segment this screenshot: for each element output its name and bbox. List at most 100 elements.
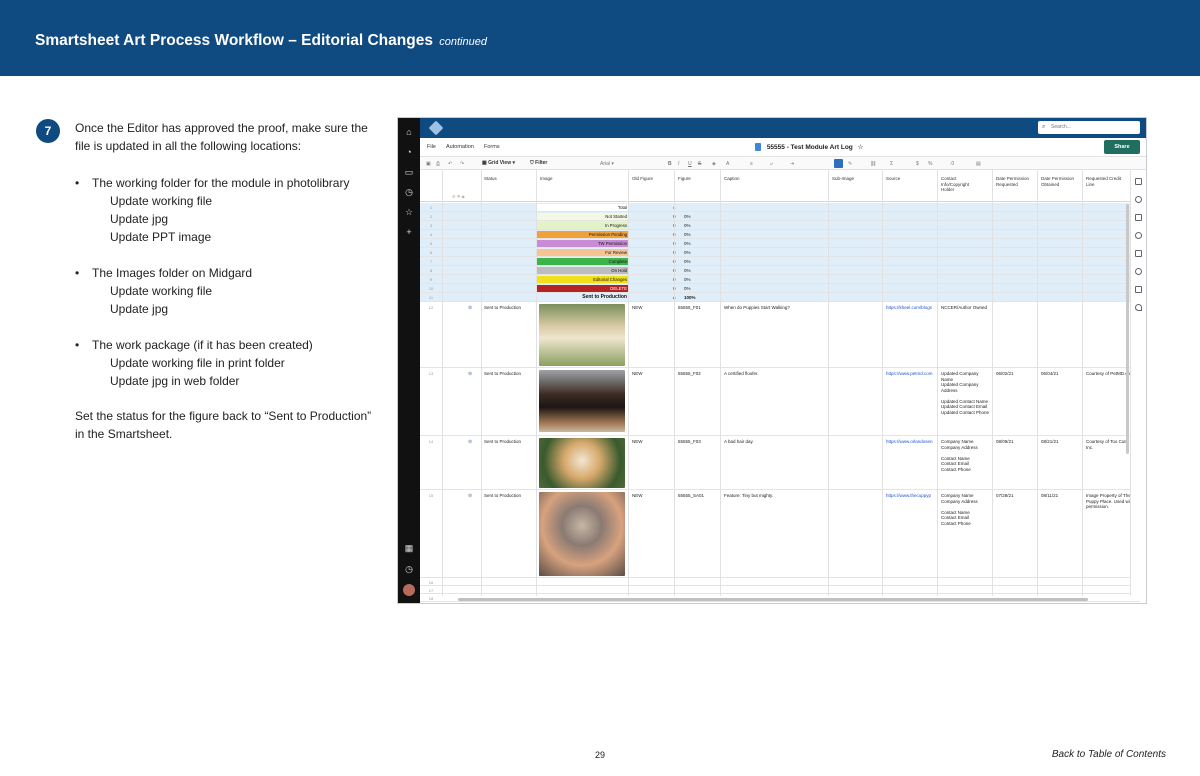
old-figure-cell: NEW [632,439,643,444]
col-status: Status [484,176,497,181]
card-view-icon: ▤ [976,161,981,167]
summary-row: 8On Hold00% [420,266,1140,275]
menu-forms: Forms [484,144,500,150]
sub-item: Update jpg [110,302,169,316]
status-percent: 0% [684,268,691,273]
summary-row: 6For Review00% [420,248,1140,257]
publish-icon [1135,268,1142,275]
underline-icon: U [688,161,692,167]
row-number: 16 [428,580,434,585]
grid-view-dropdown: ▦ Grid View ▾ [482,160,516,166]
summary-icon [1135,250,1142,257]
bullet-group-midgard: • The Images folder on Midgard Update wor… [75,264,375,318]
row-number: 3 [429,223,433,228]
bullet-item: • The Images folder on Midgard [75,266,253,280]
col-caption: Caption [724,176,740,181]
status-summary-label: Total [537,204,629,211]
closing-instruction: Set the status for the figure back to “S… [75,409,372,441]
grid-line [674,170,675,596]
print-icon: ⎙ [436,161,441,167]
help-icon: ◷ [405,564,413,574]
row-number: 17 [428,588,434,593]
home-icon: ⌂ [406,127,412,137]
filter-button: ⛉ Filter [530,160,548,166]
grid-line [992,170,993,596]
bullet-text: The work package (if it has been created… [92,338,313,352]
source-cell: https://kheel.com/blogs [886,305,933,310]
grid-line [628,170,629,596]
integrations-icon [1135,304,1142,311]
row-number: 14 [428,439,434,444]
bullet-item: • The working folder for the module in ph… [75,176,350,190]
status-summary-label: Not Started [537,213,629,220]
save-icon: ▣ [426,161,431,167]
star-icon: ☆ [404,207,414,217]
italic-icon: I [678,161,680,167]
formula-icon: Σ [890,161,894,167]
highlight-changes-icon [834,159,843,168]
sub-item: Update jpg in web folder [110,374,240,388]
row-actions-icons: ⚙ ⚑ ◉ [452,194,465,199]
old-figure-cell: NEW [632,493,643,498]
grid-line [536,170,537,596]
app-top-bar: ⌕ Search... [420,118,1146,138]
source-cell: https://www.orlandosen [886,439,933,444]
font-label: Arial [600,161,611,167]
sub-item: Update PPT image [110,230,212,244]
format-painter-icon: ✎ [848,161,853,167]
figure-image-thumbnail [539,304,625,366]
comments-icon [1135,178,1142,185]
row-number: 8 [429,268,433,273]
date-obtained-cell: 06/04/21 [1041,371,1059,376]
credit-line-cell: Image Property of The Puppy Place. Used … [1086,493,1134,509]
col-sub-image: Sub-Image [832,176,855,181]
row-number: 6 [429,250,433,255]
plus-icon: + [406,227,412,237]
status-percent: 0% [684,259,691,264]
attachments-icon [1135,196,1142,203]
table-row: 13 ⊚ Sent to Production NEW 55555_F02 A certi… [420,368,1140,436]
wrap-icon: ⤶ [770,161,773,167]
back-to-toc-link[interactable]: Back to Table of Contents [1052,749,1166,760]
row-number: 4 [429,232,433,237]
status-summary-label: TW Permission [537,240,629,247]
caption-cell: A bad hair day. [724,439,754,444]
figure-image-thumbnail [539,492,625,576]
summary-row: 4Permission Pending00% [420,230,1140,239]
sub-item: Update working file [110,194,213,208]
bold-icon: B [668,161,672,167]
caption-cell: Feature: Tiny but mighty. [724,493,774,498]
row-number: 15 [428,493,434,498]
avatar [403,584,415,596]
sheet-menu-bar: File Automation Forms 55555 - Test Modul… [420,138,1146,156]
grid-line [481,170,482,596]
step-number-badge: 7 [36,119,60,143]
right-panel-bar [1130,170,1146,596]
summary-row: 10DELETE00% [420,284,1140,293]
row-number: 10 [428,286,434,291]
status-summary-label: In Progress [537,222,629,229]
smartsheet-screenshot: ⌂ ◔ ▭ ◷ ☆ + ▦ ◷ ⌕ Search... File Automat… [397,117,1147,604]
row-number: 18 [428,596,434,601]
summary-row: 1Total4 [420,203,1140,212]
sheet-title: 55555 - Test Module Art Log ☆ [755,143,863,151]
row-number: 13 [428,371,434,376]
date-requested-cell: 06/02/21 [996,371,1014,376]
empty-row: 16 [420,578,1140,586]
contact-cell: Updated Company Name Updated Company Add… [941,371,990,415]
contact-cell: Company Name Company Address Contact Nam… [941,493,978,526]
decimal-icon: .0 [950,161,955,167]
align-icon: ≡ [750,161,753,167]
date-obtained-cell: 08/11/21 [1041,493,1059,498]
status-cell: Sent to Production [484,439,522,444]
summary-row: 3In Progress00% [420,221,1140,230]
page-number: 29 [594,750,605,760]
bullet-text: The working folder for the module in pho… [92,176,350,190]
fill-color-icon: ◈ [712,161,716,167]
connections-icon [1135,286,1142,293]
summary-row: 5TW Permission00% [420,239,1140,248]
summary-row: 9Editorial Changes00% [420,275,1140,284]
link-icon: ⛓ [870,161,877,167]
figure-cell: 55555_SA01 [678,493,705,498]
bullet-group-work-package: • The work package (if it has been create… [75,336,375,390]
